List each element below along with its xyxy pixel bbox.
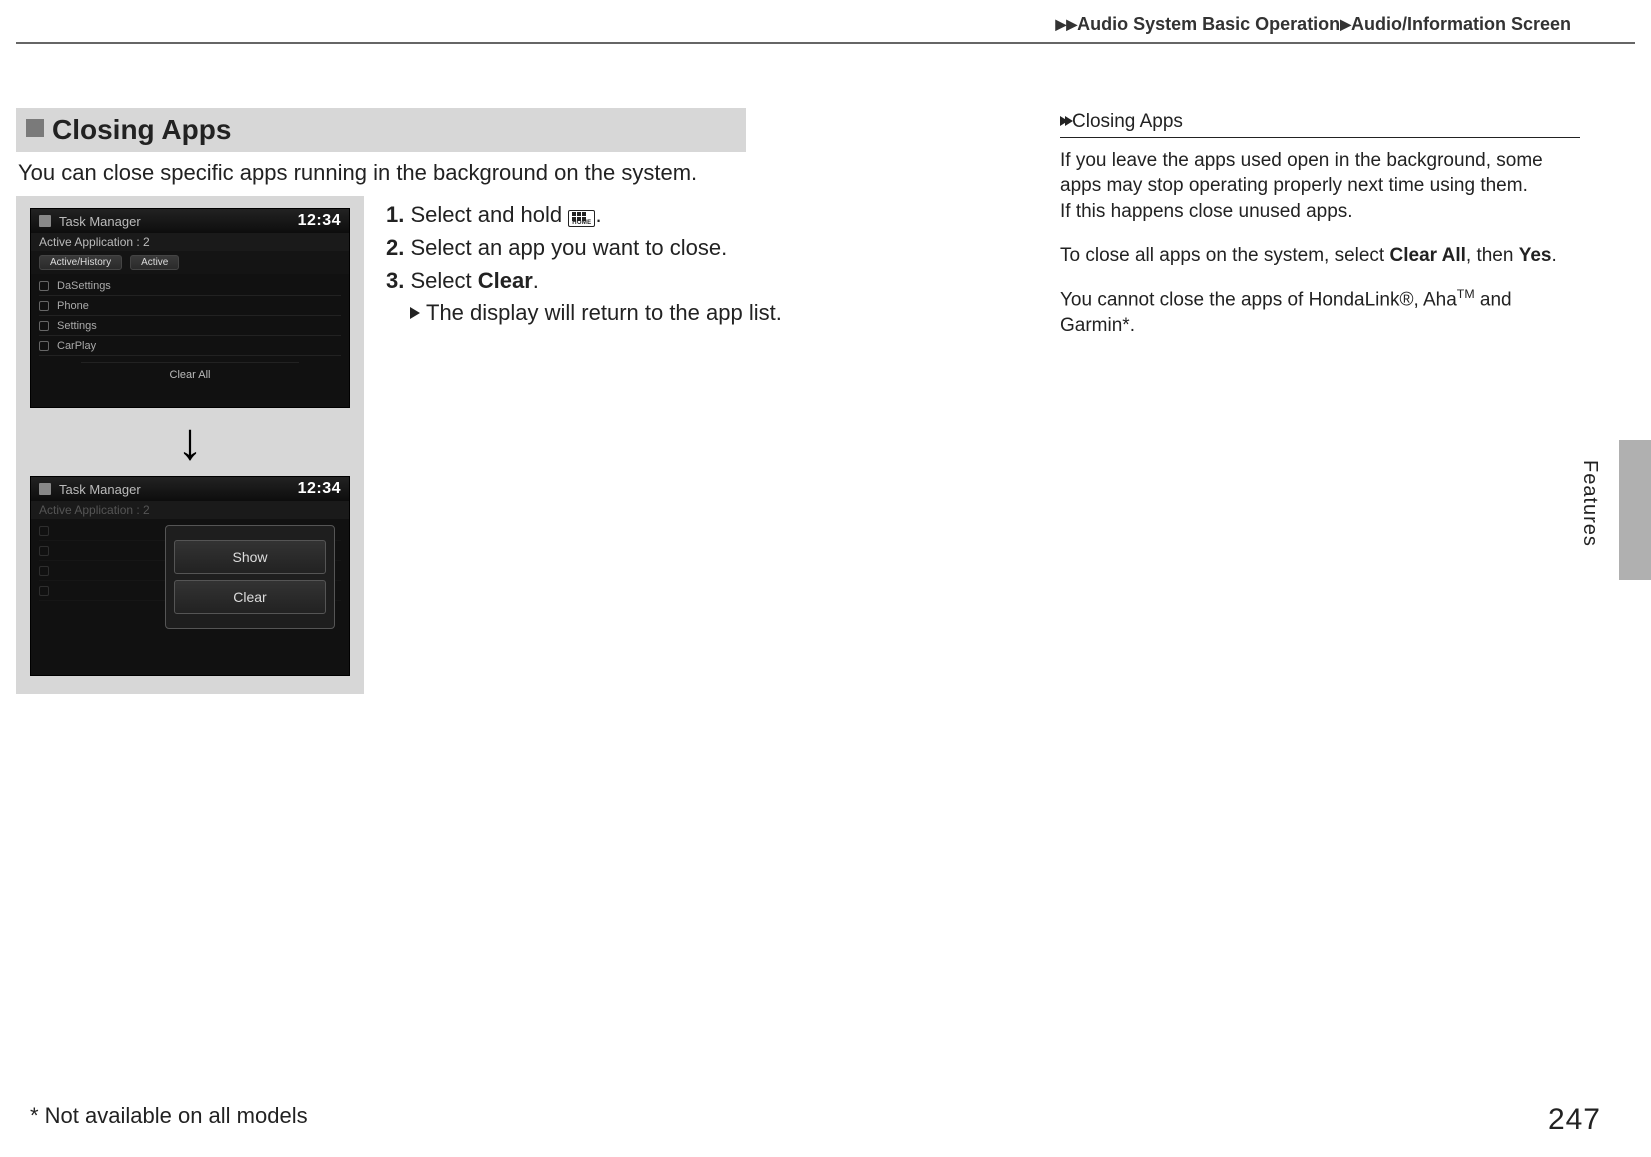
arrow-down-icon: ↓	[26, 416, 354, 468]
double-triangle-icon	[1060, 108, 1070, 134]
clock-readout: 12:34	[298, 212, 341, 230]
list-item: Settings	[39, 316, 341, 336]
tab-active-history: Active/History	[39, 255, 122, 270]
home-icon	[39, 483, 51, 495]
step-3-result: The display will return to the app list.	[386, 298, 782, 329]
footnote: * Not available on all models	[30, 1103, 308, 1129]
list-item: Phone	[39, 296, 341, 316]
home-button-icon: HOME	[568, 210, 595, 227]
clear-all-button: Clear All	[81, 362, 299, 381]
screenshot-task-manager-list: Task Manager 12:34 Active Application : …	[30, 208, 350, 408]
screenshot-subtitle: Active Application : 2	[31, 501, 349, 519]
main-column: Closing Apps You can close specific apps…	[16, 108, 1036, 694]
clock-readout: 12:34	[298, 480, 341, 498]
triangle-icon: ▶	[1066, 16, 1077, 32]
home-icon	[39, 215, 51, 227]
list-item: CarPlay	[39, 336, 341, 356]
sidebar-paragraph: If you leave the apps used open in the b…	[1060, 148, 1580, 199]
sidebar-paragraph: To close all apps on the system, select …	[1060, 243, 1580, 269]
step-3: 3. Select Clear.	[386, 266, 782, 297]
header-rule	[16, 42, 1635, 44]
sidebar-paragraph: You cannot close the apps of HondaLink®,…	[1060, 286, 1580, 339]
square-bullet-icon	[26, 119, 44, 137]
triangle-icon: ▶	[1340, 16, 1351, 32]
triangle-icon	[410, 307, 420, 319]
intro-text: You can close specific apps running in t…	[18, 160, 1034, 186]
context-popup: Show Clear	[165, 525, 335, 629]
section-title-text: Closing Apps	[52, 114, 231, 145]
show-button: Show	[174, 540, 326, 574]
clear-button: Clear	[174, 580, 326, 614]
screenshots-column: Task Manager 12:34 Active Application : …	[16, 196, 364, 694]
section-tab-label: Features	[1578, 460, 1601, 547]
breadcrumb: ▶▶Audio System Basic Operation▶Audio/Inf…	[1056, 14, 1571, 35]
steps-list: 1. Select and hold HOME. 2. Select an ap…	[386, 196, 782, 694]
section-title: Closing Apps	[16, 108, 746, 152]
section-tab	[1619, 440, 1651, 580]
tab-active: Active	[130, 255, 179, 270]
step-2: 2. Select an app you want to close.	[386, 233, 782, 264]
sidebar-notes: Closing Apps If you leave the apps used …	[1060, 108, 1580, 357]
sidebar-title: Closing Apps	[1060, 108, 1580, 138]
page-number: 247	[1548, 1103, 1601, 1137]
screenshot-title: Task Manager	[59, 214, 298, 229]
step-1: 1. Select and hold HOME.	[386, 200, 782, 231]
breadcrumb-item: Audio/Information Screen	[1351, 14, 1571, 34]
screenshot-subtitle: Active Application : 2	[31, 233, 349, 251]
screenshot-title: Task Manager	[59, 482, 298, 497]
steps-region: Task Manager 12:34 Active Application : …	[16, 196, 1036, 694]
screenshot-task-manager-popup: Task Manager 12:34 Active Application : …	[30, 476, 350, 676]
breadcrumb-item: Audio System Basic Operation	[1077, 14, 1340, 34]
sidebar-paragraph: If this happens close unused apps.	[1060, 199, 1580, 225]
triangle-icon: ▶	[1056, 16, 1067, 32]
list-item: DaSettings	[39, 276, 341, 296]
